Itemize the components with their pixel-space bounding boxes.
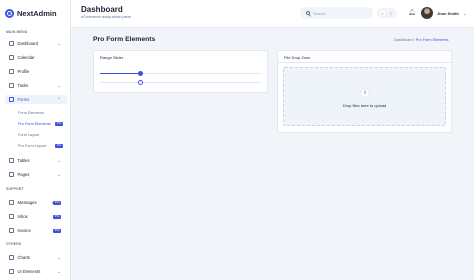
sidebar-item-label: Charts xyxy=(17,255,30,260)
avatar[interactable] xyxy=(421,7,433,19)
card-title: Range Slider xyxy=(100,55,124,60)
page-title: Pro Form Elements xyxy=(93,36,156,43)
breadcrumb-root[interactable]: Dashboard xyxy=(394,38,413,42)
section-label-support: SUPPORT xyxy=(6,187,24,191)
breadcrumb-current: Pro Form Elements xyxy=(415,38,449,42)
sidebar-item-messages[interactable]: Messages Pro xyxy=(5,198,67,207)
theme-toggle[interactable]: ☼ ☾ xyxy=(377,8,397,18)
sun-icon[interactable]: ☼ xyxy=(379,9,386,17)
range-slider-2[interactable] xyxy=(100,80,261,85)
table-icon xyxy=(9,158,14,163)
search-input[interactable] xyxy=(313,10,368,16)
sidebar-item-inbox[interactable]: Inbox Pro xyxy=(5,212,67,221)
brand-logo[interactable]: NextAdmin xyxy=(5,9,57,18)
pro-badge: Pro xyxy=(53,200,61,205)
sidebar-item-label: Inbox xyxy=(17,214,28,219)
range-slider-card: Range Slider xyxy=(93,50,268,93)
sidebar-item-label: Forms xyxy=(17,97,30,102)
search-icon xyxy=(306,11,310,15)
layers-icon xyxy=(9,269,14,274)
drop-zone-text: Drop files here to upload xyxy=(342,103,387,108)
sidebar-item-invoice[interactable]: Invoice Pro xyxy=(5,226,67,235)
sidebar-item-calendar[interactable]: Calendar xyxy=(5,53,67,62)
sidebar-subitem-label: Pro Form Elements xyxy=(18,121,51,126)
range-slider-1[interactable] xyxy=(100,71,261,76)
section-label-others: OTHERS xyxy=(6,242,22,246)
chevron-down-icon: ⌄ xyxy=(57,255,61,260)
chevron-down-icon: ⌄ xyxy=(57,172,61,177)
sidebar-item-label: Tasks xyxy=(17,83,29,88)
user-name[interactable]: Jhon Smith xyxy=(437,11,459,16)
sidebar-item-label: Profile xyxy=(17,69,30,74)
chart-icon xyxy=(9,255,14,260)
header-title: Dashboard xyxy=(81,5,123,14)
sidebar-item-ui-elements[interactable]: UI Elements ⌄ xyxy=(5,267,67,276)
brand-name: NextAdmin xyxy=(17,9,57,18)
sidebar-subitem-label: Form Elements xyxy=(18,110,44,115)
card-title: File Drop Zone xyxy=(284,55,311,60)
sidebar-subitem-label: Pro Form Layout xyxy=(18,143,47,148)
top-header: Dashboard eCommerce ready admin panel ☼ … xyxy=(71,0,474,28)
user-icon xyxy=(9,69,14,74)
slider-thumb[interactable] xyxy=(137,80,143,85)
section-label-main: MAIN MENU xyxy=(6,30,28,34)
sidebar-item-label: Invoice xyxy=(17,228,31,233)
upload-icon: ⇪ xyxy=(360,88,370,98)
breadcrumb-separator: / xyxy=(413,38,415,42)
file-drop-card: File Drop Zone ⇪ Drop files here to uplo… xyxy=(277,50,452,133)
sidebar-item-forms[interactable]: Forms ⌃ xyxy=(5,95,67,104)
invoice-icon xyxy=(9,228,14,233)
pages-icon xyxy=(9,172,14,177)
sidebar-item-label: Messages xyxy=(17,200,37,205)
logo-icon xyxy=(5,9,14,18)
pro-badge: Pro xyxy=(53,228,61,233)
search-box[interactable] xyxy=(300,7,373,19)
tasks-icon xyxy=(9,83,14,88)
sidebar-item-label: Tables xyxy=(17,158,30,163)
chevron-down-icon: ⌄ xyxy=(57,269,61,274)
pro-badge: Pro xyxy=(55,121,63,126)
sidebar-item-label: Calendar xyxy=(17,55,35,60)
sidebar-item-profile[interactable]: Profile xyxy=(5,67,67,76)
bell-icon[interactable]: 🔔︎ xyxy=(408,9,416,16)
sidebar-item-charts[interactable]: Charts ⌄ xyxy=(5,253,67,262)
chat-icon xyxy=(9,200,14,205)
pro-badge: Pro xyxy=(53,214,61,219)
grid-icon xyxy=(9,41,14,46)
chevron-up-icon: ⌃ xyxy=(57,97,61,102)
card-divider xyxy=(278,62,451,63)
sidebar-subitem-pro-form-layout[interactable]: Pro Form Layout Pro xyxy=(18,142,63,149)
moon-icon[interactable]: ☾ xyxy=(388,10,395,17)
chevron-down-icon: ⌄ xyxy=(57,83,61,88)
sidebar-item-tables[interactable]: Tables ⌄ xyxy=(5,156,67,165)
sidebar-item-label: Dashboard xyxy=(17,41,39,46)
sidebar-subitem-pro-form-elements[interactable]: Pro Form Elements Pro xyxy=(18,120,63,127)
calendar-icon xyxy=(9,55,14,60)
sidebar-subitem-label: Form Layout xyxy=(18,132,40,137)
forms-icon xyxy=(9,97,14,102)
sidebar-subitem-form-elements[interactable]: Form Elements xyxy=(18,109,63,116)
sidebar-item-label: Pages xyxy=(17,172,30,177)
breadcrumb: Dashboard / Pro Form Elements xyxy=(394,38,448,42)
pro-badge: Pro xyxy=(55,143,63,148)
slider-thumb[interactable] xyxy=(137,71,143,76)
file-drop-zone[interactable]: ⇪ Drop files here to upload xyxy=(283,67,446,126)
chevron-down-icon[interactable]: ⌄ xyxy=(463,11,467,17)
sidebar-item-dashboard[interactable]: Dashboard ⌄ xyxy=(5,39,67,48)
sidebar-item-label: UI Elements xyxy=(17,269,41,274)
chevron-down-icon: ⌄ xyxy=(57,158,61,163)
inbox-icon xyxy=(9,214,14,219)
chevron-down-icon: ⌄ xyxy=(57,41,61,46)
slider-fill xyxy=(100,73,141,74)
sidebar-subitem-form-layout[interactable]: Form Layout xyxy=(18,131,63,138)
header-subtitle: eCommerce ready admin panel xyxy=(81,15,132,19)
sidebar: NextAdmin MAIN MENU Dashboard ⌄ Calendar… xyxy=(0,0,71,280)
sidebar-item-tasks[interactable]: Tasks ⌄ xyxy=(5,81,67,90)
sidebar-item-pages[interactable]: Pages ⌄ xyxy=(5,170,67,179)
